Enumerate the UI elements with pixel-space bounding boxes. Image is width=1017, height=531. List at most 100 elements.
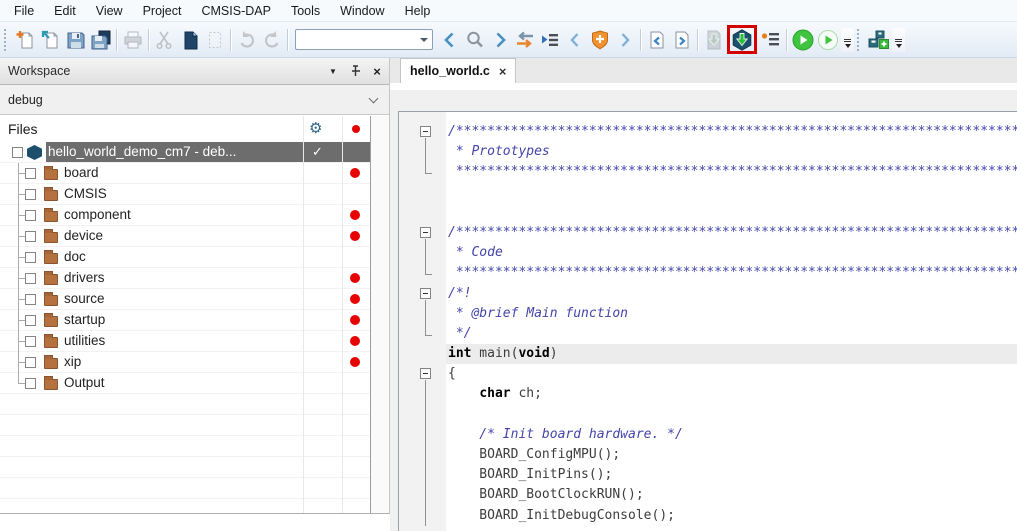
expand-box-icon[interactable] [25, 168, 36, 179]
run-button[interactable] [790, 27, 815, 52]
fold-collapse-icon[interactable] [420, 227, 431, 238]
undo-button[interactable] [234, 27, 259, 52]
new-file-button[interactable] [13, 27, 38, 52]
tree-item-xip[interactable]: xip [0, 352, 370, 373]
code-line: BOARD_InitPins(); [399, 465, 1017, 485]
download-file-button[interactable] [701, 27, 726, 52]
expand-box-icon[interactable] [25, 315, 36, 326]
add-project-button[interactable] [866, 27, 891, 52]
tree-item-output[interactable]: Output [0, 373, 370, 394]
chevron-right-icon [615, 29, 635, 51]
copy-button[interactable] [177, 27, 202, 52]
paste-button[interactable] [202, 27, 227, 52]
menu-project[interactable]: Project [133, 2, 192, 20]
toolbar-grip-handle[interactable] [4, 29, 9, 51]
toolbar-overflow-button[interactable] [841, 28, 854, 52]
next-bookmark-button[interactable] [612, 27, 637, 52]
tree-item-cmsis[interactable]: CMSIS [0, 184, 370, 205]
tree-item-doc[interactable]: doc [0, 247, 370, 268]
find-in-files-button[interactable] [537, 27, 562, 52]
tree-item-label: board [64, 165, 99, 180]
previous-file-button[interactable] [644, 27, 669, 52]
toggle-bookmark-button[interactable] [587, 27, 612, 52]
tab-hello-world-c[interactable]: hello_world.c × [400, 58, 516, 83]
expand-box-icon[interactable] [25, 336, 36, 347]
expand-box-icon[interactable] [25, 231, 36, 242]
menu-view[interactable]: View [86, 2, 133, 20]
panel-pin-button[interactable] [345, 62, 365, 80]
tree-item-label: device [64, 228, 103, 243]
find-dropdown-arrow[interactable] [416, 30, 432, 49]
menu-file[interactable]: File [4, 2, 44, 20]
gear-icon[interactable]: ⚙ [309, 119, 322, 137]
previous-bookmark-button[interactable] [562, 27, 587, 52]
expand-box-icon[interactable] [25, 189, 36, 200]
folder-icon [44, 379, 58, 390]
tree-item-component[interactable]: component [0, 205, 370, 226]
tab-close-icon[interactable]: × [499, 65, 507, 78]
fold-collapse-icon[interactable] [420, 368, 431, 379]
menu-tools[interactable]: Tools [281, 2, 330, 20]
code-editor[interactable]: /***************************************… [398, 111, 1017, 531]
tree-item-board[interactable]: board [0, 163, 370, 184]
replace-button[interactable] [512, 27, 537, 52]
panel-close-button[interactable]: × [367, 62, 387, 80]
chevron-down-icon [369, 93, 379, 103]
expand-box-icon[interactable] [25, 378, 36, 389]
tree-item-label: drivers [64, 270, 105, 285]
code-line: /***************************************… [399, 223, 1017, 243]
redo-icon [261, 29, 283, 51]
tree-item-source[interactable]: source [0, 289, 370, 310]
redo-button[interactable] [259, 27, 284, 52]
modified-dot-icon [350, 210, 360, 220]
breakpoints-button[interactable] [758, 27, 783, 52]
download-button[interactable] [730, 28, 754, 51]
page-next-icon [671, 29, 693, 51]
save-button[interactable] [63, 27, 88, 52]
menu-edit[interactable]: Edit [44, 2, 86, 20]
menu-window[interactable]: Window [330, 2, 394, 20]
find-button[interactable] [462, 27, 487, 52]
next-file-button[interactable] [669, 27, 694, 52]
toolbar-grip-handle[interactable] [857, 29, 862, 51]
find-next-button[interactable] [487, 27, 512, 52]
expand-box-icon[interactable] [25, 294, 36, 305]
fold-collapse-icon[interactable] [420, 126, 431, 137]
find-previous-button[interactable] [437, 27, 462, 52]
tree-item-project[interactable]: hello_world_demo_cm7 - deb...✓ [0, 142, 370, 163]
expand-box-icon[interactable] [25, 210, 36, 221]
tree-scrollbar[interactable] [370, 116, 389, 513]
open-file-button[interactable] [38, 27, 63, 52]
configuration-selector[interactable]: debug [0, 85, 389, 115]
page-previous-icon [646, 29, 668, 51]
column-divider [342, 116, 343, 513]
chevron-left-icon [565, 29, 585, 51]
collapse-box-icon[interactable] [12, 147, 23, 158]
expand-box-icon[interactable] [25, 273, 36, 284]
hexagon-download-icon [731, 29, 753, 51]
code-line [399, 203, 1017, 223]
tree-item-device[interactable]: device [0, 226, 370, 247]
tree-item-utilities[interactable]: utilities [0, 331, 370, 352]
tree-item-drivers[interactable]: drivers [0, 268, 370, 289]
toolbar-overflow-button[interactable] [892, 28, 905, 52]
run-without-debug-button[interactable] [815, 27, 840, 52]
toolbar-separator [640, 29, 641, 51]
find-input[interactable] [296, 31, 416, 48]
panel-menu-button[interactable]: ▼ [323, 62, 343, 80]
find-combobox[interactable] [295, 29, 433, 50]
tree-item-label: xip [64, 354, 81, 369]
menu-help[interactable]: Help [395, 2, 441, 20]
expand-box-icon[interactable] [25, 252, 36, 263]
print-button[interactable] [120, 27, 145, 52]
save-all-icon [90, 29, 112, 51]
menu-cmsis-dap[interactable]: CMSIS-DAP [191, 2, 280, 20]
folder-icon [44, 232, 58, 243]
tree-item-startup[interactable]: startup [0, 310, 370, 331]
modified-dot-icon [350, 336, 360, 346]
save-all-button[interactable] [88, 27, 113, 52]
cut-button[interactable] [152, 27, 177, 52]
expand-box-icon[interactable] [25, 357, 36, 368]
code-line: * @brief Main function [399, 304, 1017, 324]
fold-collapse-icon[interactable] [420, 288, 431, 299]
